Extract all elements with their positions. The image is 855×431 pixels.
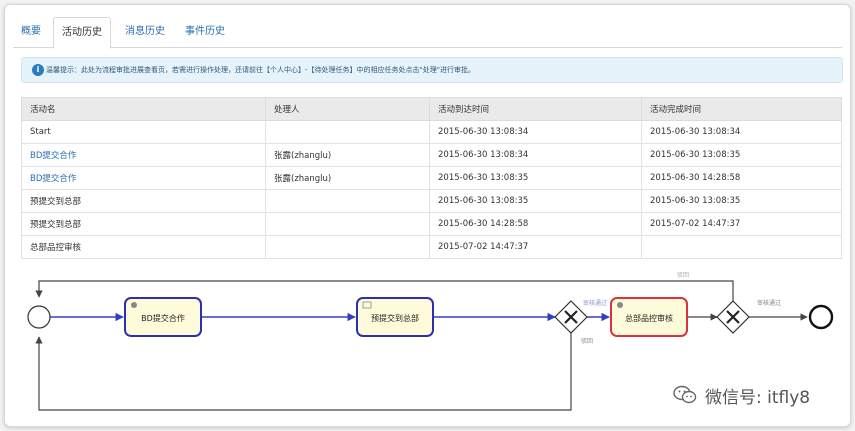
cell-arrived-time: 2015-06-30 14:28:58 (429, 212, 642, 236)
cell-handler (265, 235, 430, 259)
table-row: BD提交合作 张露(zhanglu) 2015-06-30 13:08:34 2015… (21, 143, 842, 167)
tab-message-history[interactable]: 消息历史 (117, 17, 173, 46)
tab-activity-history[interactable]: 活动历史 (53, 17, 111, 49)
cell-arrived-time: 2015-06-30 13:08:35 (429, 189, 642, 213)
task-label: 总部品控审核 (625, 313, 673, 323)
cell-activity-name[interactable]: BD提交合作 (21, 143, 266, 167)
start-event[interactable] (27, 305, 51, 329)
task-label: BD提交合作 (141, 313, 185, 323)
flow-label-pass: 审核通过 (583, 299, 607, 307)
cell-completed-time: 2015-06-30 13:08:34 (641, 120, 842, 144)
cell-completed-time: 2015-07-02 14:47:37 (641, 212, 842, 236)
activity-table: 活动名 处理人 活动到达时间 活动完成时间 Start 2015-06-30 13… (21, 97, 842, 259)
flow-label-back: 驳回 (677, 271, 689, 279)
table-row: 总部品控审核 2015-07-02 14:47:37 (21, 235, 842, 259)
table-row: BD提交合作 张露(zhanglu) 2015-06-30 13:08:35 2015… (21, 166, 842, 190)
cell-activity-name: 总部品控审核 (21, 235, 266, 259)
column-header-completed: 活动完成时间 (641, 97, 842, 121)
cell-arrived-time: 2015-07-02 14:47:37 (429, 235, 642, 259)
column-header-arrived: 活动到达时间 (429, 97, 642, 121)
watermark-text: 微信号: itfly8 (705, 387, 811, 408)
cell-arrived-time: 2015-06-30 13:08:34 (429, 143, 642, 167)
cell-activity-name: 预提交到总部 (21, 212, 266, 236)
tab-bar: 概要 活动历史 消息历史 事件历史 (13, 17, 842, 49)
cell-handler: 张露(zhanglu) (265, 143, 430, 167)
wechat-icon (673, 385, 697, 404)
cell-handler: 张露(zhanglu) (265, 166, 430, 190)
tip-banner: i 温馨提示：此处为流程审批进展查看页，若需进行操作处理，还请前往【个人中心】-… (21, 57, 843, 83)
cell-handler (265, 189, 430, 213)
table-row: Start 2015-06-30 13:08:34 2015-06-30 13:08… (21, 120, 842, 144)
cell-completed-time: 2015-06-30 14:28:58 (641, 166, 842, 190)
column-header-activity: 活动名 (21, 97, 266, 121)
tab-overview[interactable]: 概要 (13, 17, 49, 46)
tab-event-history[interactable]: 事件历史 (177, 17, 233, 46)
exclusive-gateway-2[interactable] (716, 300, 750, 334)
user-task-icon (131, 302, 137, 308)
task-label: 预提交到总部 (371, 313, 419, 323)
activity-history-panel: 概要 活动历史 消息历史 事件历史 i 温馨提示：此处为流程审批进展查看页，若需… (4, 4, 851, 427)
cell-arrived-time: 2015-06-30 13:08:34 (429, 120, 642, 144)
flow-label-approve: 审核通过 (757, 299, 781, 307)
cell-activity-name: Start (21, 120, 266, 144)
task-pre-submit[interactable]: 预提交到总部 (356, 297, 434, 337)
table-row: 预提交到总部 2015-06-30 13:08:35 2015-06-30 13:0… (21, 189, 842, 213)
info-icon: i (32, 64, 44, 76)
user-task-icon (617, 302, 623, 308)
flow-reject-loop (35, 333, 572, 411)
table-row: 预提交到总部 2015-06-30 14:28:58 2015-07-02 14:4… (21, 212, 842, 236)
cell-arrived-time: 2015-06-30 13:08:35 (429, 166, 642, 190)
task-bd-submit[interactable]: BD提交合作 (124, 297, 202, 337)
cell-completed-time (641, 235, 842, 259)
cell-completed-time: 2015-06-30 13:08:35 (641, 189, 842, 213)
cell-activity-name[interactable]: BD提交合作 (21, 166, 266, 190)
column-header-handler: 处理人 (265, 97, 430, 121)
cell-activity-name: 预提交到总部 (21, 189, 266, 213)
end-event[interactable] (808, 304, 834, 330)
tip-text: 温馨提示：此处为流程审批进展查看页，若需进行操作处理，还请前往【个人中心】-【待… (46, 66, 475, 74)
cell-handler (265, 212, 430, 236)
table-header-row: 活动名 处理人 活动到达时间 活动完成时间 (21, 97, 842, 121)
flow-label-reject: 驳回 (581, 337, 593, 345)
task-hq-review[interactable]: 总部品控审核 (610, 297, 688, 337)
watermark: 微信号: itfly8 (673, 381, 810, 409)
cell-completed-time: 2015-06-30 13:08:35 (641, 143, 842, 167)
cell-handler (265, 120, 430, 144)
